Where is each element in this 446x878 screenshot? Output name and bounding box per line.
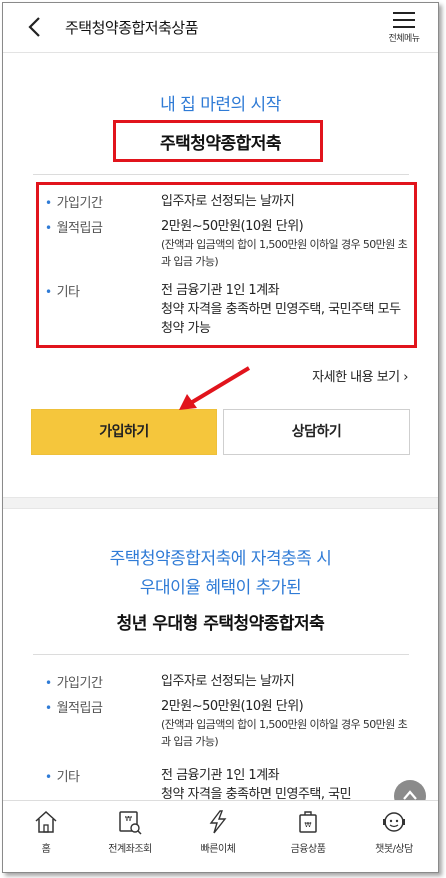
tab-label: 빠른이체 <box>200 844 236 855</box>
detail-link[interactable]: 자세한 내용 보기 › <box>312 366 408 385</box>
info-label: • 기타 <box>45 285 80 300</box>
scroll-top-button[interactable] <box>394 780 426 800</box>
info-value-main: 전 금융기관 1인 1계좌 <box>161 283 280 298</box>
info-value: 2만원~50만원(10원 단위) (잔액과 입금액의 합이 1,500만원 이하… <box>161 217 411 270</box>
svg-text:₩: ₩ <box>125 815 132 823</box>
tab-account-inquiry[interactable]: ₩ 전계좌조회 <box>95 809 165 855</box>
section-divider <box>3 497 438 509</box>
back-button[interactable] <box>25 14 47 40</box>
svg-text:₩: ₩ <box>305 821 312 829</box>
info-label: • 가입기간 <box>45 196 103 211</box>
info-value-main: 2만원~50만원(10원 단위) <box>161 219 304 234</box>
tab-quick-transfer[interactable]: 빠른이체 <box>183 809 253 855</box>
product2-name: 청년 우대형 주택청약종합저축 <box>116 614 325 634</box>
hamburger-icon <box>393 12 415 28</box>
home-icon <box>35 810 57 833</box>
tab-label: 전계좌조회 <box>108 844 152 855</box>
join-button[interactable]: 가입하기 <box>31 409 217 455</box>
top-header: 주택청약종합저축상품 전체메뉴 <box>3 3 438 53</box>
tab-home[interactable]: 홈 <box>11 809 81 855</box>
info-value-main: 2만원~50만원(10원 단위) <box>161 699 304 714</box>
bottom-tab-bar: 홈 ₩ 전계좌조회 빠른이체 ₩ 금융상품 챗봇/상담 <box>3 800 438 872</box>
info-value-main: 전 금융기관 1인 1계좌 <box>161 768 280 783</box>
info-label: • 기타 <box>45 770 80 785</box>
quick-transfer-icon <box>209 810 227 834</box>
red-arrow-annotation <box>179 366 251 410</box>
info-value: 2만원~50만원(10원 단위) (잔액과 입금액의 합이 1,500만원 이하… <box>161 697 411 750</box>
info-label: • 월적립금 <box>45 701 103 716</box>
product2-tagline-line1: 주택청약종합저축에 자격충족 시 <box>109 549 332 569</box>
info-label: • 월적립금 <box>45 221 103 236</box>
info-value-extra: 청약 자격을 충족하면 민영주택, 국민주택 모두 청약 가능 <box>161 302 401 336</box>
tab-financial-products[interactable]: ₩ 금융상품 <box>273 809 343 855</box>
tab-label: 챗봇/상담 <box>375 844 413 855</box>
divider <box>33 174 409 175</box>
arrow-up-icon <box>403 790 417 800</box>
info-value-extra: 청약 자격을 충족하면 민영주택, 국민 <box>161 787 352 800</box>
account-inquiry-icon: ₩ <box>119 811 142 835</box>
divider <box>33 654 409 655</box>
consult-button[interactable]: 상담하기 <box>223 409 410 455</box>
chevron-left-icon <box>28 17 40 37</box>
tab-label: 금융상품 <box>290 844 326 855</box>
product2-tagline-line2: 우대이율 혜택이 추가된 <box>139 578 302 598</box>
info-value: 입주자로 선정되는 날까지 <box>161 194 295 209</box>
info-value: 전 금융기관 1인 1계좌 청약 자격을 충족하면 민영주택, 국민 <box>161 766 411 800</box>
info-note: (잔액과 입금액의 합이 1,500만원 이하일 경우 50만원 초과 입금 가… <box>161 718 408 748</box>
chatbot-icon <box>383 812 405 832</box>
product1-tagline: 내 집 마련의 시작 <box>160 95 281 115</box>
main-content: 내 집 마련의 시작 주택청약종합저축 • 가입기간 입주자로 선정되는 날까지 … <box>3 54 438 800</box>
tab-label: 홈 <box>41 844 51 855</box>
full-menu-button[interactable]: 전체메뉴 <box>382 9 426 49</box>
info-value: 전 금융기관 1인 1계좌 청약 자격을 충족하면 민영주택, 국민주택 모두 … <box>161 281 411 338</box>
tab-chatbot[interactable]: 챗봇/상담 <box>359 809 429 855</box>
app-frame: 주택청약종합저축상품 전체메뉴 내 집 마련의 시작 주택청약종합저축 • 가입기… <box>2 2 439 873</box>
info-label: • 가입기간 <box>45 676 103 691</box>
chevron-right-icon: › <box>399 370 408 385</box>
page-title: 주택청약종합저축상품 <box>65 19 199 37</box>
financial-product-icon: ₩ <box>299 811 317 833</box>
menu-label: 전체메뉴 <box>388 34 420 44</box>
product1-name: 주택청약종합저축 <box>159 134 282 154</box>
info-value: 입주자로 선정되는 날까지 <box>161 674 295 689</box>
info-note: (잔액과 입금액의 합이 1,500만원 이하일 경우 50만원 초과 입금 가… <box>161 238 408 268</box>
